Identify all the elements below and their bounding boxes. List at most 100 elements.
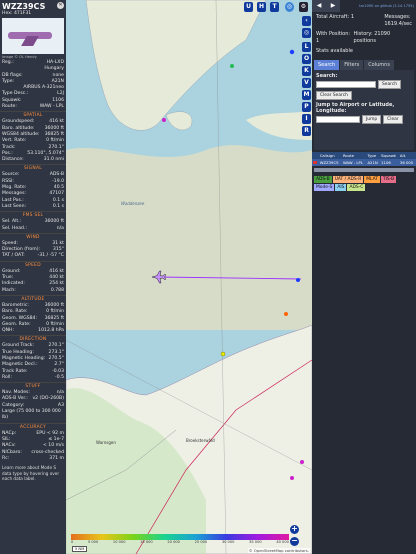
info-row: Mach: 0.788 xyxy=(0,288,66,294)
expand-left-icon[interactable]: ◀ xyxy=(312,0,326,12)
close-icon[interactable]: ✕ xyxy=(57,2,64,9)
search-pane: Search: Search Clear Search Jump to Airp… xyxy=(314,69,414,150)
side-button-i[interactable]: I xyxy=(302,114,311,124)
side-button-k[interactable]: K xyxy=(302,66,311,76)
map-label-sea: Waddenzee xyxy=(121,201,145,206)
tab-search[interactable]: Search xyxy=(314,59,340,70)
info-value: 31.0 nmi xyxy=(43,157,64,163)
github-link[interactable]: tar1090 on github (3.14.1755) xyxy=(359,4,414,8)
info-key: Roll: xyxy=(2,374,12,380)
layers-toggle-icon[interactable]: ◎ xyxy=(302,28,311,38)
history: History: 21090 positions xyxy=(354,31,412,44)
panel-header: ◀ ▶ tar1090 on github (3.14.1755) xyxy=(312,0,416,12)
column-header[interactable]: Type xyxy=(366,151,381,159)
stats-row-1: Total Aircraft: 1 Messages: 1619.4/sec xyxy=(312,12,416,29)
zoom-in-button[interactable]: + xyxy=(290,525,299,534)
side-button-v[interactable]: V xyxy=(302,78,311,88)
search-input[interactable] xyxy=(316,80,376,88)
settings-icon[interactable]: ⚙ xyxy=(299,2,308,12)
total-aircraft: Total Aircraft: 1 xyxy=(316,14,354,27)
legend-tick: 10 000 xyxy=(112,540,126,544)
column-header[interactable]: Callsign xyxy=(318,151,342,159)
expand-right-icon[interactable]: ▶ xyxy=(326,0,340,12)
legend-chip[interactable]: AIS xyxy=(335,183,347,191)
table-header-row: Callsign Route Type Squawk Alt. xyxy=(312,151,416,159)
info-row: QNH: 1012.8 hPa xyxy=(0,328,66,334)
legend-tick: 40 000 xyxy=(276,540,289,544)
legend-chip[interactable]: MLAT xyxy=(364,175,380,183)
clear-search-button[interactable]: Clear Search xyxy=(316,90,352,100)
receiver-marker[interactable] xyxy=(289,49,295,55)
layers-icon[interactable]: ◎ xyxy=(285,2,294,12)
column-header[interactable]: Alt. xyxy=(398,151,416,159)
info-row: Route: WAW - LPL xyxy=(0,104,66,110)
aircraft-marker-7[interactable] xyxy=(230,64,234,68)
jump-label: Jump to Airport or Latitude, Longitude: xyxy=(316,101,395,114)
search-button[interactable]: Search xyxy=(378,79,402,89)
table-row[interactable]: WZZ39CS WAW - LPL A21N 1106 36 000 xyxy=(312,158,416,166)
legend-chip[interactable]: ADS-B xyxy=(314,175,332,183)
info-row: Sel. Head.: n/a xyxy=(0,226,66,232)
tab-columns[interactable]: Columns xyxy=(364,59,394,70)
side-button-p[interactable]: P xyxy=(302,102,311,112)
column-header[interactable]: Squawk xyxy=(380,151,399,159)
side-button-l[interactable]: L xyxy=(302,42,311,52)
info-key: QNH: xyxy=(2,328,15,334)
stats-link[interactable]: Stats available xyxy=(312,46,416,57)
total-aircraft-label: Total Aircraft: xyxy=(316,14,350,20)
aircraft-marker-2[interactable] xyxy=(296,278,300,282)
info-key: Mach: xyxy=(2,287,16,293)
trails-button[interactable]: T xyxy=(270,2,279,12)
legend-tick: 5 000 xyxy=(87,540,99,544)
side-button-r[interactable]: R xyxy=(302,126,311,136)
aircraft-marker-3[interactable] xyxy=(220,351,226,357)
aircraft-marker-4[interactable] xyxy=(284,312,288,316)
info-value: -31 / -57 °C xyxy=(37,253,64,259)
table-scrollbar[interactable] xyxy=(314,167,414,172)
legend-chip[interactable]: UAT / ADS-R xyxy=(332,175,364,183)
info-value: 0.788 xyxy=(50,287,64,293)
legend-chip[interactable]: ADS-C xyxy=(347,183,366,191)
collapse-icon[interactable]: ‹ xyxy=(302,16,311,26)
info-row: Distance: 31.0 nmi xyxy=(0,157,66,163)
info-key: Last Seen: xyxy=(2,203,27,209)
messages-label: Messages: xyxy=(384,14,411,20)
section-title-stuff: STUFF xyxy=(0,382,66,390)
legend-chip[interactable]: Mode-S xyxy=(314,183,335,191)
messages: Messages: 1619.4/sec xyxy=(384,14,412,27)
stuff-section: Nav. Modes: n/a ADS-B Ver.: v2 (DO-260B) Cat… xyxy=(0,390,66,421)
aircraft-marker-5[interactable] xyxy=(300,460,304,464)
info-key: Route: xyxy=(2,104,17,110)
column-header[interactable]: Route xyxy=(341,151,367,159)
jump-input[interactable] xyxy=(316,115,360,123)
map-view[interactable]: Warnsgen Broeksterwâld Waddenzee xyxy=(66,0,312,554)
spatial-section: Groundspeed: 416 kt Baro. altitude: 36000 f… xyxy=(0,119,66,163)
map-attribution[interactable]: © OpenStreetMap contributors. xyxy=(247,548,310,553)
hide-button[interactable]: H xyxy=(257,2,266,12)
direction-section: Ground Track: 270.1° True Heading: 273.1° Ma… xyxy=(0,343,66,381)
table-cell: 1106 xyxy=(380,158,399,166)
altitude-legend-ticks: 0 5 000 10 000 15 000 20 000 25 000 30 000 35 0… xyxy=(71,540,289,544)
aircraft-marker-6[interactable] xyxy=(290,476,294,480)
aircraft-photo[interactable] xyxy=(2,18,64,54)
units-button[interactable]: U xyxy=(244,2,253,12)
legend-tick: 30 000 xyxy=(221,540,235,544)
tab-filters[interactable]: Filters xyxy=(340,59,364,70)
fms-section: Sel. Alt.: 36000 ft Sel. Head.: n/a xyxy=(0,219,66,232)
legend-tick: 0 xyxy=(71,540,74,544)
info-key: TAT / OAT: xyxy=(2,253,25,259)
map-label-city1: Warnsgen xyxy=(96,440,116,445)
jump-button[interactable]: Jump xyxy=(362,114,382,124)
aircraft-list-panel: ◀ ▶ tar1090 on github (3.14.1755) Total … xyxy=(312,0,416,554)
table-cell: WAW - LPL xyxy=(341,158,367,166)
clear-button[interactable]: Clear xyxy=(383,114,403,124)
legend-chip[interactable]: TIS-B xyxy=(380,175,397,183)
zoom-out-button[interactable]: − xyxy=(290,537,299,546)
aircraft-marker-1[interactable] xyxy=(162,118,166,122)
info-value: 1012.8 hPa xyxy=(38,328,64,334)
legend-tick: 35 000 xyxy=(249,540,262,544)
column-header[interactable] xyxy=(312,151,319,159)
side-button-o[interactable]: O xyxy=(302,54,311,64)
side-button-m[interactable]: M xyxy=(302,90,311,100)
source-legend: ADS-B UAT / ADS-R MLAT TIS-B Mode-S AIS ADS-C xyxy=(312,174,416,193)
